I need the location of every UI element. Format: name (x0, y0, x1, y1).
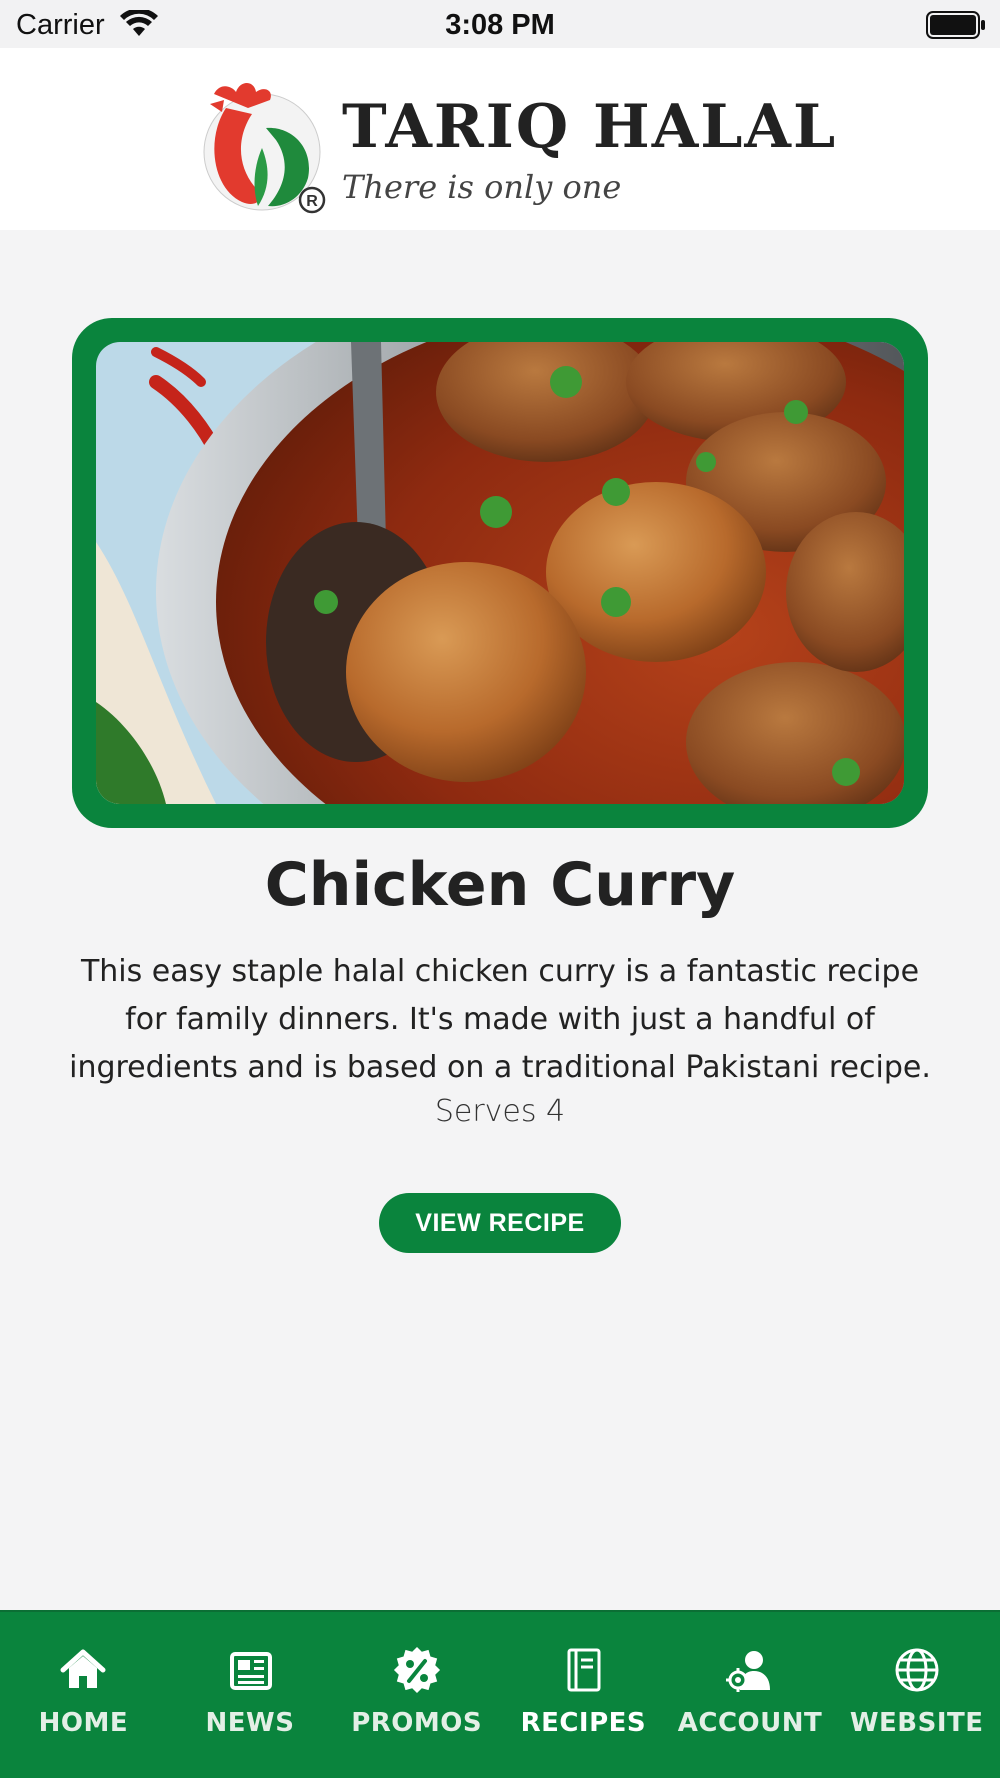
tab-home[interactable]: HOME (0, 1612, 167, 1778)
tab-website[interactable]: WEBSITE (833, 1612, 1000, 1778)
bottom-tab-bar: HOME NEWS PROMOS RECIPES ACCOUNT WEBSITE (0, 1610, 1000, 1778)
brand-logo[interactable]: R TARIQ HALAL There is only one (196, 68, 835, 216)
tab-label: NEWS (205, 1708, 295, 1738)
tab-news[interactable]: NEWS (167, 1612, 334, 1778)
rooster-logo-icon: R (203, 83, 326, 214)
clock-time: 3:08 PM (445, 9, 555, 41)
chicken-curry-photo[interactable] (96, 342, 904, 804)
recipe-description: This easy staple halal chicken curry is … (69, 954, 931, 1085)
status-bar: Carrier 3:08 PM (0, 0, 1000, 48)
tab-label: WEBSITE (849, 1708, 984, 1738)
percent-badge-icon (393, 1646, 440, 1694)
tab-recipes[interactable]: RECIPES (500, 1612, 667, 1778)
tab-label: RECIPES (520, 1708, 647, 1738)
newspaper-icon (230, 1652, 272, 1690)
recipe-title: Chicken Curry (264, 850, 736, 920)
battery-icon (926, 11, 985, 39)
globe-icon (895, 1648, 939, 1692)
svg-text:R: R (306, 193, 318, 210)
recipe-image-frame (72, 318, 928, 828)
recipe-book-icon (567, 1648, 601, 1692)
account-gear-icon (726, 1651, 771, 1692)
tab-label: ACCOUNT (677, 1708, 823, 1738)
tab-promos[interactable]: PROMOS (333, 1612, 500, 1778)
tab-account[interactable]: ACCOUNT (667, 1612, 834, 1778)
brand-name: TARIQ HALAL (342, 92, 838, 162)
app-header: R TARIQ HALAL There is only one (0, 48, 1000, 230)
tab-label: HOME (38, 1708, 129, 1738)
tab-label: PROMOS (351, 1708, 483, 1738)
view-recipe-button[interactable]: VIEW RECIPE (379, 1193, 621, 1253)
home-icon (60, 1649, 106, 1688)
recipe-serves: Serves 4 (434, 1094, 566, 1129)
brand-tagline: There is only one (342, 168, 622, 206)
